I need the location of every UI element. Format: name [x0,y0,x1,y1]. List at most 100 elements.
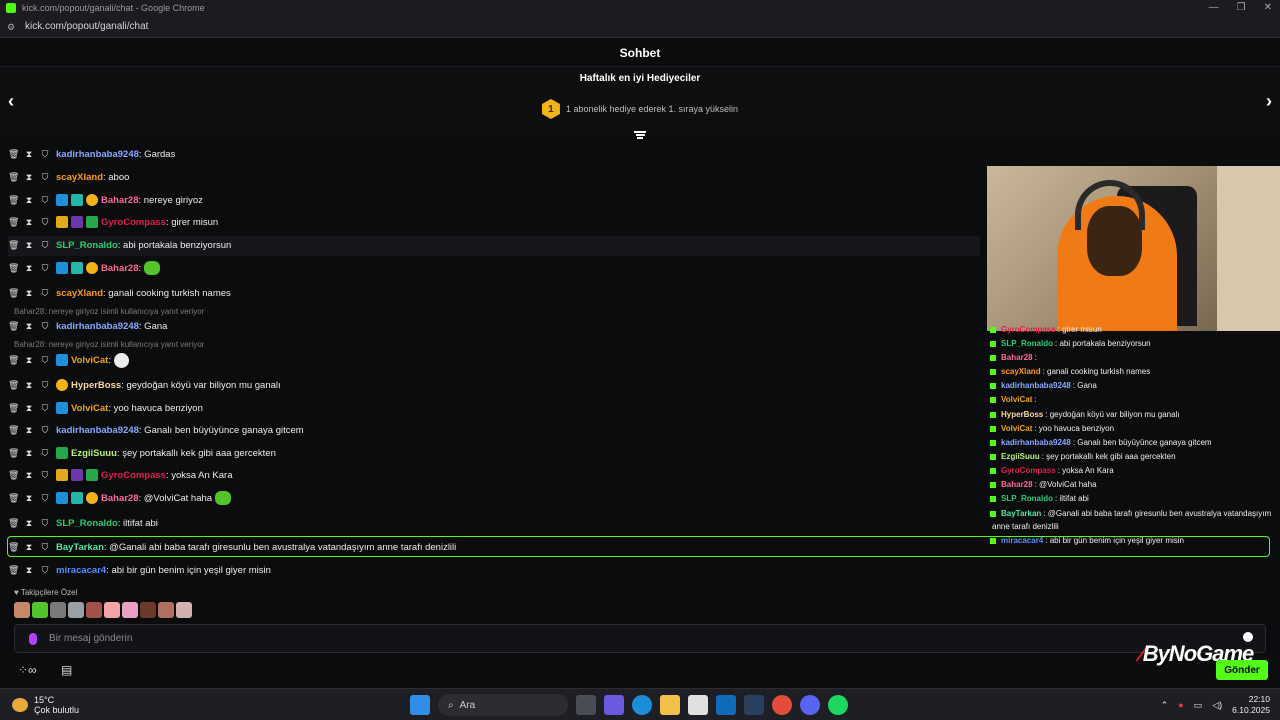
chat-message[interactable]: 🗑 ⧗ ⛉ VolviCat: [8,350,129,370]
timeout-icon[interactable]: ⧗ [24,195,34,206]
timeout-icon[interactable]: ⧗ [24,448,34,459]
chat-message[interactable]: 🗑 ⧗ ⛉ SLP_Ronaldo: iltifat abi [8,513,158,533]
chat-message[interactable]: 🗑 ⧗ ⛉ kadirhanbaba9248: Gardas [8,144,175,164]
emote[interactable] [68,602,84,618]
timeout-icon[interactable]: ⧗ [24,217,34,228]
task-view-icon[interactable] [576,695,596,715]
timeout-icon[interactable]: ⧗ [24,240,34,251]
delete-icon[interactable]: 🗑 [8,355,19,366]
microphone-tray-icon[interactable]: ● [1178,700,1183,710]
chat-username[interactable]: GyroCompass [101,217,166,228]
taskbar-search[interactable]: ⌕ Ara [438,694,568,716]
timeout-icon[interactable]: ⧗ [24,172,34,183]
close-icon[interactable]: ✕ [1264,2,1272,13]
delete-icon[interactable]: 🗑 [8,217,19,228]
delete-icon[interactable]: 🗑 [8,240,19,251]
ban-shield-icon[interactable]: ⛉ [40,217,50,228]
chat-message[interactable]: 🗑 ⧗ ⛉ VolviCat: yoo havuca benziyon [8,398,203,418]
volume-icon[interactable]: ◁) [1212,700,1222,711]
timeout-icon[interactable]: ⧗ [24,470,34,481]
emote[interactable] [176,602,192,618]
chat-username[interactable]: Bahar28 [101,195,139,206]
chat-username[interactable]: kadirhanbaba9248 [56,149,139,160]
chevron-right-icon[interactable]: › [1266,91,1272,112]
delete-icon[interactable]: 🗑 [8,288,19,299]
chat-message[interactable]: 🗑 ⧗ ⛉ miracacar4: abi bir gün benim için ye… [8,560,271,580]
timeout-icon[interactable]: ⧗ [24,355,34,366]
chat-message[interactable]: 🗑 ⧗ ⛉ GyroCompass: girer misun [8,212,218,232]
emote[interactable] [122,602,138,618]
ban-shield-icon[interactable]: ⛉ [40,263,50,274]
address-bar[interactable]: ⚙ kick.com/popout/ganali/chat [0,16,1280,38]
chat-username[interactable]: Bahar28 [101,263,139,274]
timeout-icon[interactable]: ⧗ [24,493,34,504]
delete-icon[interactable]: 🗑 [8,470,19,481]
microphone-icon[interactable] [29,632,37,645]
delete-icon[interactable]: 🗑 [8,403,19,414]
chat-username[interactable]: VolviCat [71,403,108,414]
store-icon[interactable]: ▤ [61,663,72,677]
ban-shield-icon[interactable]: ⛉ [40,149,50,160]
ban-shield-icon[interactable]: ⛉ [40,565,50,576]
clock[interactable]: 22:10 6.10.2025 [1232,694,1270,716]
ban-shield-icon[interactable]: ⛉ [40,518,50,529]
ban-shield-icon[interactable]: ⛉ [40,355,50,366]
chat-username[interactable]: miracacar4 [56,565,106,576]
chat-message[interactable]: 🗑 ⧗ ⛉ kadirhanbaba9248: Gana [8,316,167,336]
network-icon[interactable]: ▭ [1194,700,1203,711]
chat-username[interactable]: SLP_Ronaldo [56,518,118,529]
chat-message[interactable]: 🗑 ⧗ ⛉ SLP_Ronaldo: abi portakala benziyorsu… [8,235,231,255]
chat-message[interactable]: 🗑 ⧗ ⛉ HyperBoss: geydoğan köyü var biliyon … [8,375,281,395]
chat-username[interactable]: Bahar28 [101,493,139,504]
chat-message[interactable]: 🗑 ⧗ ⛉ scayXland: ganali cooking turkish nam… [8,283,231,303]
delete-icon[interactable]: 🗑 [8,425,19,436]
timeout-icon[interactable]: ⧗ [24,321,34,332]
delete-icon[interactable]: 🗑 [8,263,19,274]
emote[interactable] [86,602,102,618]
send-button[interactable]: Gönder [1216,660,1268,680]
delete-icon[interactable]: 🗑 [8,321,19,332]
ban-shield-icon[interactable]: ⛉ [40,470,50,481]
filter-icon[interactable] [634,130,646,142]
message-input[interactable]: Bir mesaj gönderin [14,624,1266,653]
timeout-icon[interactable]: ⧗ [24,263,34,274]
delete-icon[interactable]: 🗑 [8,149,19,160]
timeout-icon[interactable]: ⧗ [24,149,34,160]
chat-message[interactable]: 🗑 ⧗ ⛉ EzgiiSuuu: şey portakallı kek gibi aa… [8,443,276,463]
ban-shield-icon[interactable]: ⛉ [40,288,50,299]
discord-icon[interactable] [800,695,820,715]
chat-username[interactable]: EzgiiSuuu [71,448,117,459]
chat-username[interactable]: kadirhanbaba9248 [56,425,139,436]
file-explorer-icon[interactable] [660,695,680,715]
store-app-icon[interactable] [688,695,708,715]
emotes-toggle-icon[interactable]: ⁘∞ [18,663,37,677]
ban-shield-icon[interactable]: ⛉ [40,493,50,504]
emote[interactable] [104,602,120,618]
url-text[interactable]: kick.com/popout/ganali/chat [25,21,148,32]
chat-message[interactable]: 🗑 ⧗ ⛉ GyroCompass: yoksa An Kara [8,465,232,485]
spotify-icon[interactable] [828,695,848,715]
chat-username[interactable]: HyperBoss [71,380,121,391]
emote[interactable] [158,602,174,618]
weather-widget[interactable]: 15°C Çok bulutlu [12,695,79,715]
chat-username[interactable]: scayXland [56,172,103,183]
ban-shield-icon[interactable]: ⛉ [40,403,50,414]
emote[interactable] [32,602,48,618]
delete-icon[interactable]: 🗑 [8,493,19,504]
ban-shield-icon[interactable]: ⛉ [40,240,50,251]
timeout-icon[interactable]: ⧗ [24,288,34,299]
delete-icon[interactable]: 🗑 [8,565,19,576]
timeout-icon[interactable]: ⧗ [24,565,34,576]
ban-shield-icon[interactable]: ⛉ [40,172,50,183]
chat-message[interactable]: 🗑 ⧗ ⛉ kadirhanbaba9248: Ganalı ben büyüyünc… [8,420,304,440]
delete-icon[interactable]: 🗑 [8,195,19,206]
chat-message[interactable]: 🗑 ⧗ ⛉ scayXland: aboo [8,167,129,187]
edge-icon[interactable] [632,695,652,715]
delete-icon[interactable]: 🗑 [8,518,19,529]
restore-icon[interactable]: ❐ [1237,2,1246,13]
minimize-icon[interactable]: — [1209,2,1219,13]
delete-icon[interactable]: 🗑 [8,380,19,391]
chat-username[interactable]: scayXland [56,288,103,299]
ban-shield-icon[interactable]: ⛉ [40,195,50,206]
chat-username[interactable]: VolviCat [71,355,108,366]
